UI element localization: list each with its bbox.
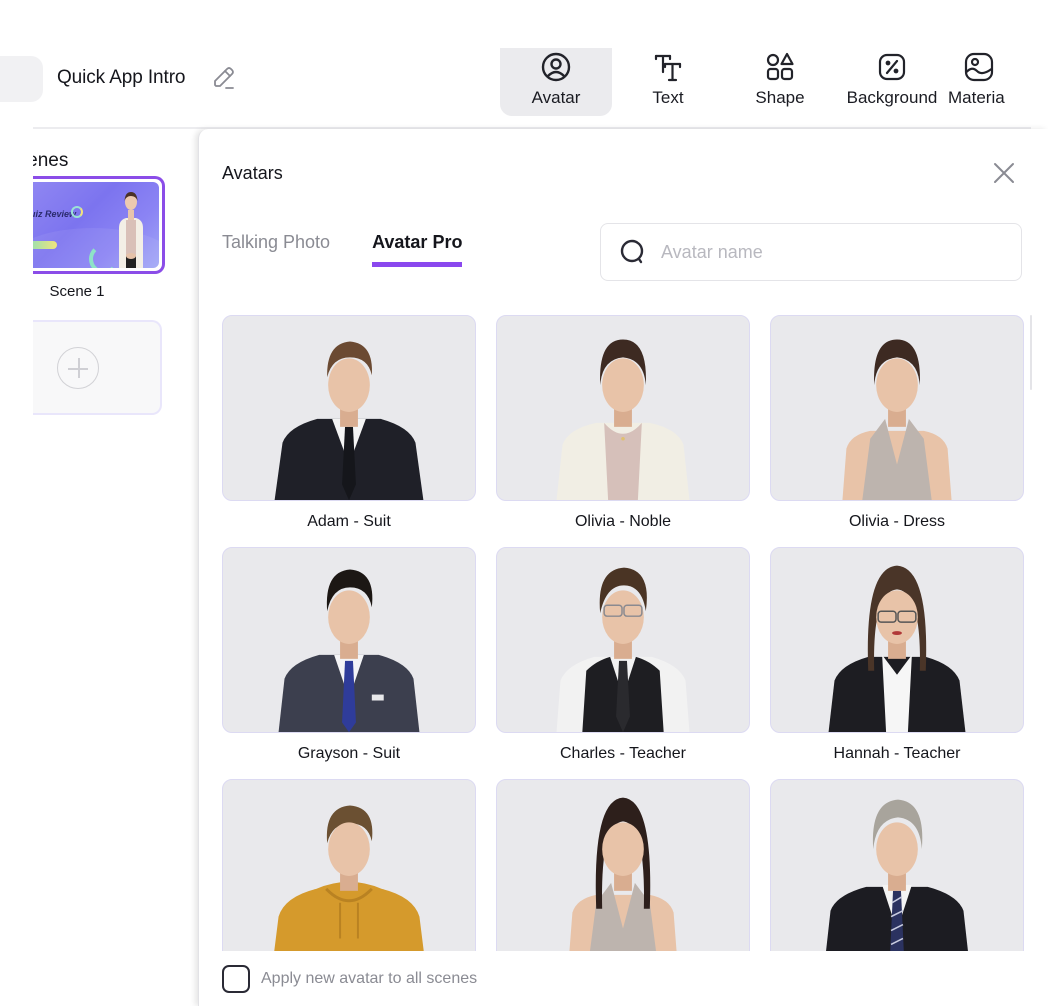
avatar-thumbnail (770, 315, 1024, 501)
tool-label: Materia (948, 88, 1005, 107)
image-icon (964, 52, 994, 82)
scene-label: Scene 1 (49, 283, 105, 300)
toolbar: Avatar Text Shape Background Materia (500, 48, 1028, 116)
apply-all-row: Apply new avatar to all scenes (222, 965, 477, 993)
avatars-panel: Avatars Talking Photo Avatar Pro Adam - … (198, 129, 1048, 1006)
avatar-card[interactable]: Hannah - Teacher (770, 547, 1024, 763)
avatar-card[interactable] (222, 779, 476, 951)
avatar-name: Grayson - Suit (297, 745, 401, 762)
tool-avatar[interactable]: Avatar (500, 48, 612, 116)
avatar-thumbnail (770, 779, 1024, 951)
avatar-card[interactable]: Charles - Teacher (496, 547, 750, 763)
apply-all-checkbox[interactable] (222, 965, 250, 993)
apply-all-label: Apply new avatar to all scenes (261, 970, 478, 987)
avatar-thumbnail (222, 315, 476, 501)
scrollbar[interactable] (1030, 315, 1032, 390)
avatar-thumbnail (496, 547, 750, 733)
avatar-thumbnail (222, 547, 476, 733)
tab-talking-photo[interactable]: Talking Photo (222, 232, 330, 267)
avatar-thumbnail (222, 779, 476, 951)
avatar-name: Adam - Suit (307, 513, 391, 530)
avatar-name: Charles - Teacher (560, 745, 686, 762)
plus-icon (57, 347, 99, 389)
avatar-card[interactable]: Olivia - Dress (770, 315, 1024, 531)
avatar-name: Olivia - Noble (574, 513, 672, 530)
top-bar: Quick App Intro Avatar Text Shape Backgr… (0, 0, 1048, 129)
search-input[interactable] (661, 241, 1001, 263)
add-scene-button[interactable] (33, 320, 162, 415)
pencil-icon[interactable] (210, 64, 238, 92)
avatar-grid: Adam - Suit Olivia - Noble Olivia - Dres… (222, 315, 1026, 951)
tool-label: Text (652, 88, 684, 107)
thumbnail-avatar (119, 192, 143, 268)
tabs: Talking Photo Avatar Pro (222, 232, 463, 267)
tool-shape[interactable]: Shape (724, 48, 836, 116)
avatar-card[interactable] (496, 779, 750, 951)
tool-label: Shape (755, 88, 805, 107)
scene-card[interactable]: Quiz Review (33, 176, 165, 274)
thumbnail-title: Quiz Review (33, 209, 77, 219)
search-icon (620, 239, 644, 264)
tool-material[interactable]: Materia (948, 48, 1028, 116)
search-box[interactable] (600, 223, 1022, 281)
project-title[interactable]: Quick App Intro (57, 67, 186, 89)
avatar-card[interactable] (770, 779, 1024, 951)
tool-background[interactable]: Background (836, 48, 948, 116)
shapes-icon (766, 52, 794, 81)
avatar-card[interactable]: Olivia - Noble (496, 315, 750, 531)
avatar-name: Olivia - Dress (848, 513, 945, 530)
back-button[interactable] (0, 56, 43, 102)
avatar-thumbnail (770, 547, 1024, 733)
tool-label: Background (846, 88, 938, 107)
avatar-icon (541, 52, 571, 82)
background-icon (878, 53, 906, 81)
avatar-card[interactable]: Grayson - Suit (222, 547, 476, 763)
close-icon[interactable] (991, 160, 1017, 186)
scenes-title: Scenes (33, 150, 69, 171)
text-icon (654, 54, 682, 82)
tool-text[interactable]: Text (612, 48, 724, 116)
panel-title: Avatars (222, 163, 283, 183)
avatar-thumbnail (496, 779, 750, 951)
scene-thumbnail: Quiz Review (33, 182, 159, 268)
tab-avatar-pro[interactable]: Avatar Pro (372, 232, 463, 267)
tool-label: Avatar (531, 88, 581, 107)
avatar-name: Hannah - Teacher (833, 745, 961, 762)
avatar-thumbnail (496, 315, 750, 501)
avatar-card[interactable]: Adam - Suit (222, 315, 476, 531)
